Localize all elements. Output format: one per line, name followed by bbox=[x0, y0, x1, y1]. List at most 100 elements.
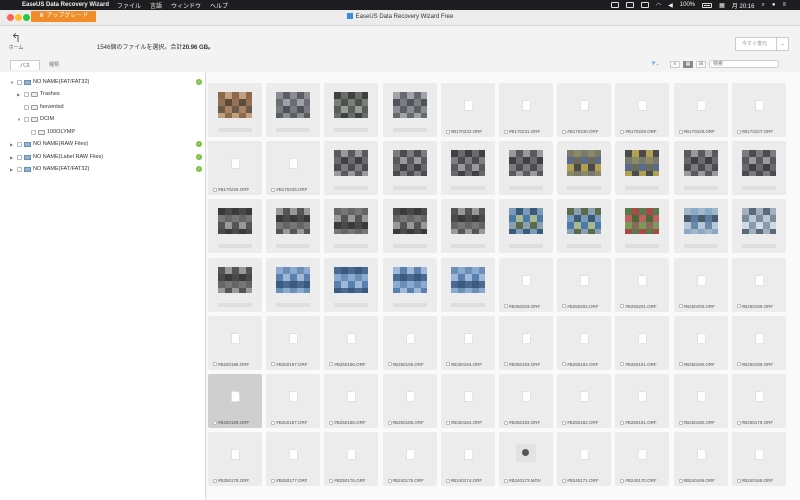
file-tile[interactable] bbox=[208, 257, 262, 312]
file-tile[interactable] bbox=[324, 257, 379, 312]
file-checkbox[interactable] bbox=[213, 420, 217, 425]
file-checkbox[interactable] bbox=[736, 420, 741, 425]
file-checkbox[interactable] bbox=[329, 478, 334, 483]
tree-item[interactable]: ▼ NO NAME(FAT/FAT32) ✓ bbox=[10, 77, 206, 87]
file-tile[interactable]: #B250180.ORF bbox=[673, 374, 728, 428]
volume-icon[interactable]: ◀ bbox=[668, 2, 673, 9]
file-tile[interactable] bbox=[266, 83, 321, 137]
file-tile[interactable] bbox=[557, 141, 612, 196]
file-tile[interactable] bbox=[499, 199, 553, 254]
file-tile[interactable] bbox=[382, 141, 437, 196]
tree-item[interactable]: ▶ NO NAME(RAW Files) ✓ bbox=[10, 139, 206, 149]
clock[interactable]: 月 20:16 bbox=[732, 1, 755, 10]
file-tile[interactable] bbox=[557, 199, 612, 254]
file-checkbox[interactable] bbox=[271, 187, 276, 192]
file-tile[interactable]: #B250193.ORF bbox=[499, 315, 553, 370]
file-tile[interactable]: #B250178.ORF bbox=[208, 432, 262, 487]
disclosure-triangle-icon[interactable]: ▼ bbox=[17, 117, 22, 122]
file-tile[interactable] bbox=[266, 257, 321, 312]
spotlight-icon[interactable]: ⌕ bbox=[761, 2, 764, 9]
checkbox[interactable] bbox=[31, 129, 36, 135]
file-tile[interactable] bbox=[615, 199, 670, 254]
file-tile[interactable]: #B250177.ORF bbox=[266, 432, 321, 487]
tree-item[interactable]: fseventsd bbox=[17, 102, 206, 112]
app-menu[interactable]: EaseUS Data Recovery Wizard bbox=[22, 2, 109, 8]
file-tile[interactable] bbox=[673, 199, 728, 254]
menu-window[interactable]: ウィンドウ bbox=[171, 1, 201, 10]
file-checkbox[interactable] bbox=[620, 362, 625, 367]
tab-path[interactable]: パス bbox=[10, 60, 41, 70]
file-tile[interactable] bbox=[324, 141, 379, 196]
file-checkbox[interactable] bbox=[271, 362, 276, 367]
file-tile[interactable] bbox=[440, 257, 495, 312]
home-button[interactable]: ↰ ホーム bbox=[6, 32, 26, 51]
file-checkbox[interactable] bbox=[271, 420, 276, 425]
file-tile[interactable]: #B250187.ORF bbox=[266, 374, 321, 428]
file-checkbox[interactable] bbox=[562, 304, 567, 309]
file-tile[interactable]: #B250191.ORF bbox=[615, 315, 670, 370]
tree-item[interactable]: ▶ NO NAME(FAT/FAT32) ✓ bbox=[10, 164, 206, 174]
file-tile[interactable] bbox=[324, 199, 379, 254]
file-tile[interactable] bbox=[731, 199, 786, 254]
file-tile[interactable] bbox=[440, 141, 495, 196]
file-tile[interactable]: #B250192.ORF bbox=[557, 315, 612, 370]
file-tile[interactable]: #B250196.ORF bbox=[324, 315, 379, 370]
file-tile[interactable] bbox=[382, 257, 437, 312]
file-tile[interactable]: #B250186.ORF bbox=[324, 374, 379, 428]
file-tile[interactable]: #B250176.ORF bbox=[324, 432, 379, 487]
file-tile[interactable]: #B250190.ORF bbox=[673, 315, 728, 370]
checkbox[interactable] bbox=[17, 141, 22, 147]
file-tile[interactable] bbox=[499, 141, 553, 196]
file-tile[interactable] bbox=[382, 83, 437, 137]
disclosure-triangle-icon[interactable]: ▶ bbox=[10, 142, 15, 147]
disclosure-triangle-icon[interactable]: ▶ bbox=[17, 92, 22, 97]
file-tile[interactable]: #B170227.ORF bbox=[731, 83, 786, 137]
file-checkbox[interactable] bbox=[329, 362, 334, 367]
tree-item[interactable]: ▶ Trashes bbox=[17, 89, 206, 99]
chevron-down-icon[interactable]: ⌄ bbox=[776, 38, 788, 50]
checkbox[interactable] bbox=[24, 91, 29, 97]
file-checkbox[interactable] bbox=[271, 478, 276, 483]
checkbox[interactable] bbox=[17, 166, 22, 172]
file-tile[interactable] bbox=[673, 141, 728, 196]
file-tile[interactable]: #B250201.ORF bbox=[615, 257, 670, 312]
flag-icon[interactable]: ▦ bbox=[719, 2, 725, 9]
file-checkbox[interactable] bbox=[620, 129, 625, 134]
search-input[interactable] bbox=[709, 60, 779, 68]
file-checkbox[interactable] bbox=[387, 420, 392, 425]
file-checkbox[interactable] bbox=[504, 362, 508, 367]
file-checkbox[interactable] bbox=[504, 420, 508, 425]
file-tile[interactable]: #B170232.ORF bbox=[440, 83, 495, 137]
file-checkbox[interactable] bbox=[387, 478, 392, 483]
file-checkbox[interactable] bbox=[445, 420, 450, 425]
file-tile[interactable]: #B170229.ORF bbox=[615, 83, 670, 137]
file-checkbox[interactable] bbox=[736, 304, 741, 309]
file-tile[interactable]: #B170226.ORF bbox=[208, 141, 262, 196]
file-tile[interactable] bbox=[440, 199, 495, 254]
file-tile[interactable]: #B240169.ORF bbox=[673, 432, 728, 487]
file-checkbox[interactable] bbox=[678, 304, 683, 309]
column-view-icon[interactable]: ⊞ bbox=[696, 60, 706, 68]
tree-item[interactable]: ▶ NO NAME(Label RAW Files) ✓ bbox=[10, 152, 206, 162]
file-checkbox[interactable] bbox=[387, 362, 392, 367]
file-tile[interactable]: #B240171.ORF bbox=[557, 432, 612, 487]
file-tile[interactable]: #B240170.ORF bbox=[615, 432, 670, 487]
checkbox[interactable] bbox=[17, 154, 22, 160]
file-tile[interactable]: #B250183.ORF bbox=[499, 374, 553, 428]
file-tile[interactable] bbox=[208, 83, 262, 137]
file-checkbox[interactable] bbox=[504, 478, 508, 483]
control-center-icon[interactable]: ≡ bbox=[782, 2, 786, 8]
file-tile[interactable] bbox=[208, 199, 262, 254]
disclosure-triangle-icon[interactable]: ▼ bbox=[10, 80, 15, 85]
file-checkbox[interactable] bbox=[620, 304, 625, 309]
file-tile[interactable] bbox=[382, 199, 437, 254]
file-checkbox[interactable] bbox=[620, 478, 625, 483]
wifi-icon[interactable]: ◠ bbox=[656, 2, 661, 9]
battery-icon[interactable] bbox=[702, 2, 713, 8]
file-checkbox[interactable] bbox=[213, 478, 217, 483]
file-tile[interactable]: #B240175.ORF bbox=[382, 432, 437, 487]
file-tile[interactable]: #B170225.ORF bbox=[266, 141, 321, 196]
file-tile[interactable]: #B250195.ORF bbox=[382, 315, 437, 370]
list-view-icon[interactable]: ≡ bbox=[670, 60, 680, 68]
recover-now-button[interactable]: 今すぐ復元 ⌄ bbox=[735, 37, 789, 51]
